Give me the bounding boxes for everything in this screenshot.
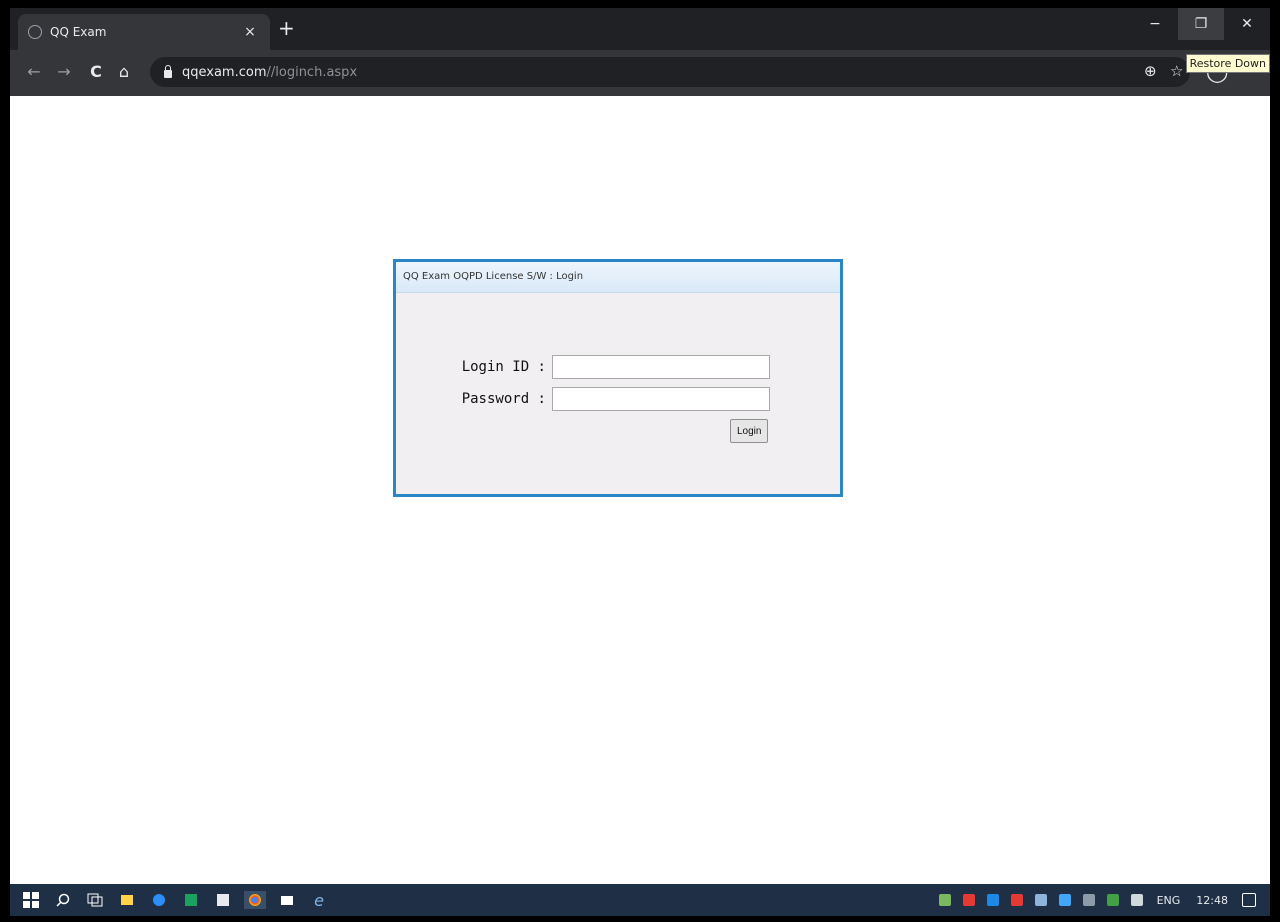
- browser-toolbar: ← → C ⌂ qqexam.com //loginch.aspx ⊕ ☆ ◯: [10, 50, 1270, 96]
- url-host: qqexam.com: [182, 64, 267, 80]
- minimize-icon[interactable]: −: [1132, 8, 1178, 40]
- tray-antivirus-icon[interactable]: [962, 894, 975, 906]
- url-path: //loginch.aspx: [266, 64, 358, 80]
- login-dialog: QQ Exam OQPD License S/W : Login Login I…: [393, 259, 843, 497]
- taskbar-app-notes-icon[interactable]: [116, 891, 138, 909]
- taskbar-app-ie-icon[interactable]: e: [308, 891, 330, 910]
- restore-down-tooltip: Restore Down: [1185, 54, 1270, 73]
- login-id-input[interactable]: [552, 355, 770, 379]
- task-view-icon[interactable]: [84, 891, 106, 909]
- clock[interactable]: 12:48: [1196, 894, 1228, 907]
- login-id-label: Login ID :: [461, 359, 546, 375]
- reload-icon[interactable]: C: [86, 62, 106, 81]
- taskbar-app-green-icon[interactable]: [180, 891, 202, 909]
- tray-bluetooth-icon[interactable]: [986, 894, 999, 906]
- new-tab-icon[interactable]: +: [278, 18, 295, 38]
- windows-taskbar: e ENG 12:48: [10, 884, 1270, 916]
- tray-volume-icon[interactable]: [1130, 894, 1143, 906]
- zoom-icon[interactable]: ⊕: [1144, 62, 1157, 80]
- tray-display-icon[interactable]: [1034, 894, 1047, 906]
- tab-favicon-icon: [28, 25, 42, 39]
- browser-tab-strip: QQ Exam × + − ❐ ✕: [10, 8, 1270, 50]
- taskbar-app-mail-icon[interactable]: [276, 891, 298, 909]
- password-input[interactable]: [552, 387, 770, 411]
- tab-title: QQ Exam: [50, 25, 107, 39]
- screen: QQ Exam × + − ❐ ✕ Restore Down ← → C ⌂ q…: [10, 8, 1270, 916]
- restore-down-icon[interactable]: ❐: [1178, 8, 1224, 40]
- page-content: QQ Exam OQPD License S/W : Login Login I…: [10, 96, 1270, 884]
- tab-close-icon[interactable]: ×: [240, 24, 260, 40]
- login-id-row: Login ID :: [406, 355, 770, 379]
- forward-icon[interactable]: →: [54, 62, 74, 81]
- system-tray: ENG 12:48: [933, 884, 1270, 916]
- home-icon[interactable]: ⌂: [114, 62, 134, 81]
- back-icon[interactable]: ←: [24, 62, 44, 81]
- password-row: Password :: [406, 387, 770, 411]
- window-close-icon[interactable]: ✕: [1224, 8, 1270, 40]
- address-bar[interactable]: qqexam.com //loginch.aspx: [150, 57, 1190, 87]
- language-indicator[interactable]: ENG: [1157, 894, 1181, 907]
- login-button[interactable]: Login: [730, 419, 769, 443]
- tray-network-icon[interactable]: [1058, 894, 1071, 906]
- taskbar-app-store-icon[interactable]: [212, 891, 234, 909]
- start-windows-icon[interactable]: [20, 891, 42, 909]
- tray-app-icon[interactable]: [938, 894, 951, 906]
- notifications-icon[interactable]: [1242, 893, 1256, 907]
- tray-wifi-icon[interactable]: [1082, 894, 1095, 906]
- password-label: Password :: [461, 391, 546, 407]
- browser-tab[interactable]: QQ Exam ×: [18, 14, 270, 50]
- tray-battery-icon[interactable]: [1106, 894, 1119, 906]
- tray-q-icon[interactable]: [1010, 894, 1023, 906]
- dialog-title: QQ Exam OQPD License S/W : Login: [396, 262, 840, 293]
- bookmark-star-icon[interactable]: ☆: [1170, 62, 1183, 80]
- search-icon[interactable]: [52, 891, 74, 909]
- taskbar-app-edge-icon[interactable]: [148, 891, 170, 909]
- taskbar-app-chrome-icon[interactable]: [244, 891, 266, 909]
- lock-icon: [164, 65, 172, 78]
